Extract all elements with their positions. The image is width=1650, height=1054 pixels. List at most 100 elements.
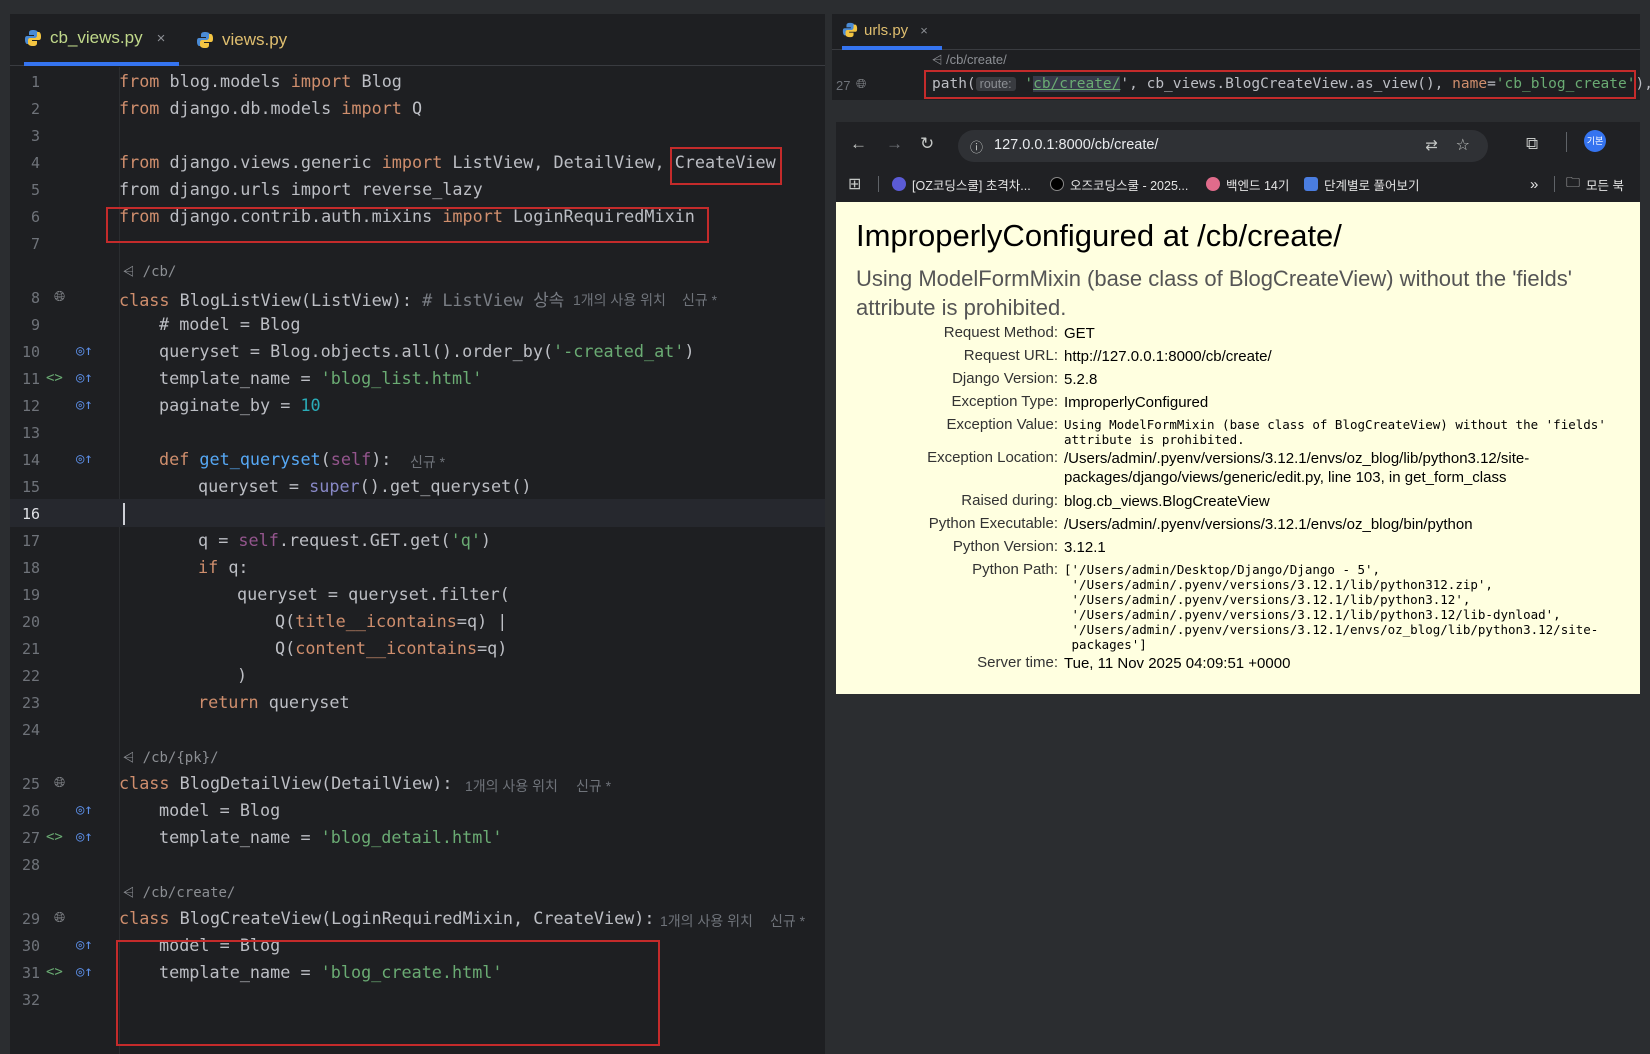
code-line[interactable]: 1 from blog.models import Blog: [10, 67, 825, 95]
line-number: 5: [30, 181, 40, 199]
close-tab-icon[interactable]: ×: [157, 30, 166, 47]
python-file-icon: [842, 22, 858, 38]
usage-hint[interactable]: 1개의 사용 위치: [660, 911, 753, 931]
extensions-icon[interactable]: ⧉: [1526, 134, 1538, 154]
globe-icon[interactable]: 🌐︎: [54, 775, 65, 791]
bookmarks-overflow-button[interactable]: »: [1530, 174, 1538, 194]
code-text: ): [237, 665, 248, 685]
tab-urls[interactable]: urls.py ×: [842, 14, 942, 50]
toolbar-divider: [1566, 132, 1567, 152]
code-line[interactable]: 21 Q(content__icontains=q): [10, 634, 825, 662]
override-icon[interactable]: ◎↑: [76, 802, 93, 818]
code-line[interactable]: 28: [10, 850, 825, 878]
keyword: import: [290, 71, 352, 91]
override-icon[interactable]: ◎↑: [76, 829, 93, 845]
route-text: /cb/create/: [946, 52, 1007, 67]
code-text: django.db.models: [159, 98, 342, 118]
line-number: 4: [30, 154, 40, 172]
code-line[interactable]: 23 return queryset: [10, 688, 825, 716]
code-line[interactable]: 9 # model = Blog: [10, 310, 825, 338]
route-text: /cb/{pk}/: [142, 750, 219, 766]
site-info-icon[interactable]: ⓘ: [970, 137, 983, 156]
code-line[interactable]: 26 ◎↑ model = Blog: [10, 796, 825, 824]
route-text: /cb/create/: [142, 885, 236, 901]
globe-icon[interactable]: 🌐︎: [856, 76, 866, 92]
globe-icon[interactable]: 🌐︎: [54, 910, 65, 926]
code-line[interactable]: 15 queryset = super().get_queryset(): [10, 472, 825, 500]
route-inlay-list[interactable]: ⩤ /cb/: [123, 264, 176, 280]
code-line[interactable]: 3: [10, 121, 825, 149]
meta-key: Raised during:: [961, 492, 1058, 509]
usage-hint[interactable]: 1개의 사용 위치: [465, 776, 558, 796]
code-line[interactable]: 8 🌐︎ class BlogListView(ListView): # Lis…: [10, 283, 825, 311]
meta-value: http://127.0.0.1:8000/cb/create/: [1064, 348, 1272, 365]
reload-icon[interactable]: ↻: [920, 134, 934, 154]
meta-key: Request Method:: [943, 324, 1058, 341]
forward-icon[interactable]: →: [886, 134, 903, 154]
code-line[interactable]: 20 Q(title__icontains=q) |: [10, 607, 825, 635]
all-bookmarks-button[interactable]: 🗀︎ 모든 북: [1566, 174, 1624, 194]
code-text: queryset = queryset.filter(: [237, 584, 510, 604]
star-icon[interactable]: ☆: [1456, 135, 1470, 155]
string: 'q': [450, 530, 481, 550]
code-line[interactable]: 18 if q:: [10, 553, 825, 581]
address-bar[interactable]: ⓘ 127.0.0.1:8000/cb/create/ ⇄ ☆: [958, 130, 1488, 162]
override-icon[interactable]: ◎↑: [76, 370, 93, 386]
override-icon[interactable]: ◎↑: [76, 451, 93, 467]
code-line[interactable]: 11 <> ◎↑ template_name = 'blog_list.html…: [10, 364, 825, 392]
tab-label: cb_views.py: [50, 28, 143, 47]
route-inlay[interactable]: ⩤ /cb/create/: [932, 52, 1007, 68]
bookmark-favicon-icon: [1206, 177, 1220, 191]
tab-views[interactable]: views.py: [196, 14, 287, 66]
code-line[interactable]: 12 ◎↑ paginate_by = 10: [10, 391, 825, 419]
bookmark-item[interactable]: 오즈코딩스쿨 - 2025...: [1050, 174, 1188, 194]
tab-cb-views[interactable]: cb_views.py ×: [24, 14, 180, 66]
line-number: 27: [21, 829, 40, 847]
bookmark-item[interactable]: 백엔드 14기: [1206, 174, 1289, 194]
bookmark-item[interactable]: 단계별로 풀어보기: [1304, 174, 1419, 194]
new-hint: 신규 *: [410, 454, 446, 470]
route-inlay-create[interactable]: ⩤ /cb/create/: [123, 885, 235, 901]
translate-icon[interactable]: ⇄: [1425, 136, 1438, 154]
meta-key: Exception Location:: [927, 449, 1058, 466]
code-line[interactable]: 19 queryset = queryset.filter(: [10, 580, 825, 608]
template-link-icon[interactable]: <>: [46, 829, 63, 845]
code-line[interactable]: 24: [10, 715, 825, 743]
code-line[interactable]: 22 ): [10, 661, 825, 689]
error-title: ImproperlyConfigured at /cb/create/: [856, 218, 1342, 253]
code-line[interactable]: 14 ◎↑ def get_queryset(self): 신규 *: [10, 445, 825, 473]
line-number: 11: [21, 370, 40, 388]
code-line[interactable]: 17 q = self.request.GET.get('q'): [10, 526, 825, 554]
close-tab-icon[interactable]: ×: [920, 23, 928, 38]
keyword: import: [341, 98, 402, 118]
code-line[interactable]: 2 from django.db.models import Q: [10, 94, 825, 122]
override-icon[interactable]: ◎↑: [76, 937, 93, 953]
route-inlay-detail[interactable]: ⩤ /cb/{pk}/: [123, 750, 219, 766]
bookmark-favicon-icon: [892, 177, 906, 191]
template-link-icon[interactable]: <>: [46, 370, 63, 386]
urls-tab-bar: urls.py ×: [832, 14, 1640, 50]
line-number: 2: [30, 100, 40, 118]
code-line[interactable]: 29 🌐︎ class BlogCreateView(LoginRequired…: [10, 904, 825, 932]
code-line[interactable]: 10 ◎↑ queryset = Blog.objects.all().orde…: [10, 337, 825, 365]
current-code-line[interactable]: 16: [10, 499, 825, 528]
usage-hint[interactable]: 1개의 사용 위치: [573, 290, 666, 310]
code-text: paginate_by =: [159, 395, 301, 415]
string: '-created_at': [553, 341, 685, 361]
globe-icon[interactable]: 🌐︎: [54, 289, 65, 305]
override-icon[interactable]: ◎↑: [76, 964, 93, 980]
override-icon[interactable]: ◎↑: [76, 343, 93, 359]
profile-avatar[interactable]: 기본: [1584, 130, 1606, 152]
bookmark-item[interactable]: [OZ코딩스쿨] 초격차...: [892, 174, 1031, 194]
line-number: 19: [21, 586, 40, 604]
template-link-icon[interactable]: <>: [46, 964, 63, 980]
apps-grid-icon[interactable]: ⊞: [848, 174, 861, 194]
override-icon[interactable]: ◎↑: [76, 397, 93, 413]
code-line[interactable]: 13: [10, 418, 825, 446]
back-icon[interactable]: ←: [850, 134, 867, 154]
line-number: 23: [21, 694, 40, 712]
code-text: model = Blog: [159, 800, 281, 820]
comment: # model = Blog: [159, 314, 301, 334]
code-line[interactable]: 25 🌐︎ class BlogDetailView(DetailView): …: [10, 769, 825, 797]
code-line[interactable]: 27 <> ◎↑ template_name = 'blog_detail.ht…: [10, 823, 825, 851]
